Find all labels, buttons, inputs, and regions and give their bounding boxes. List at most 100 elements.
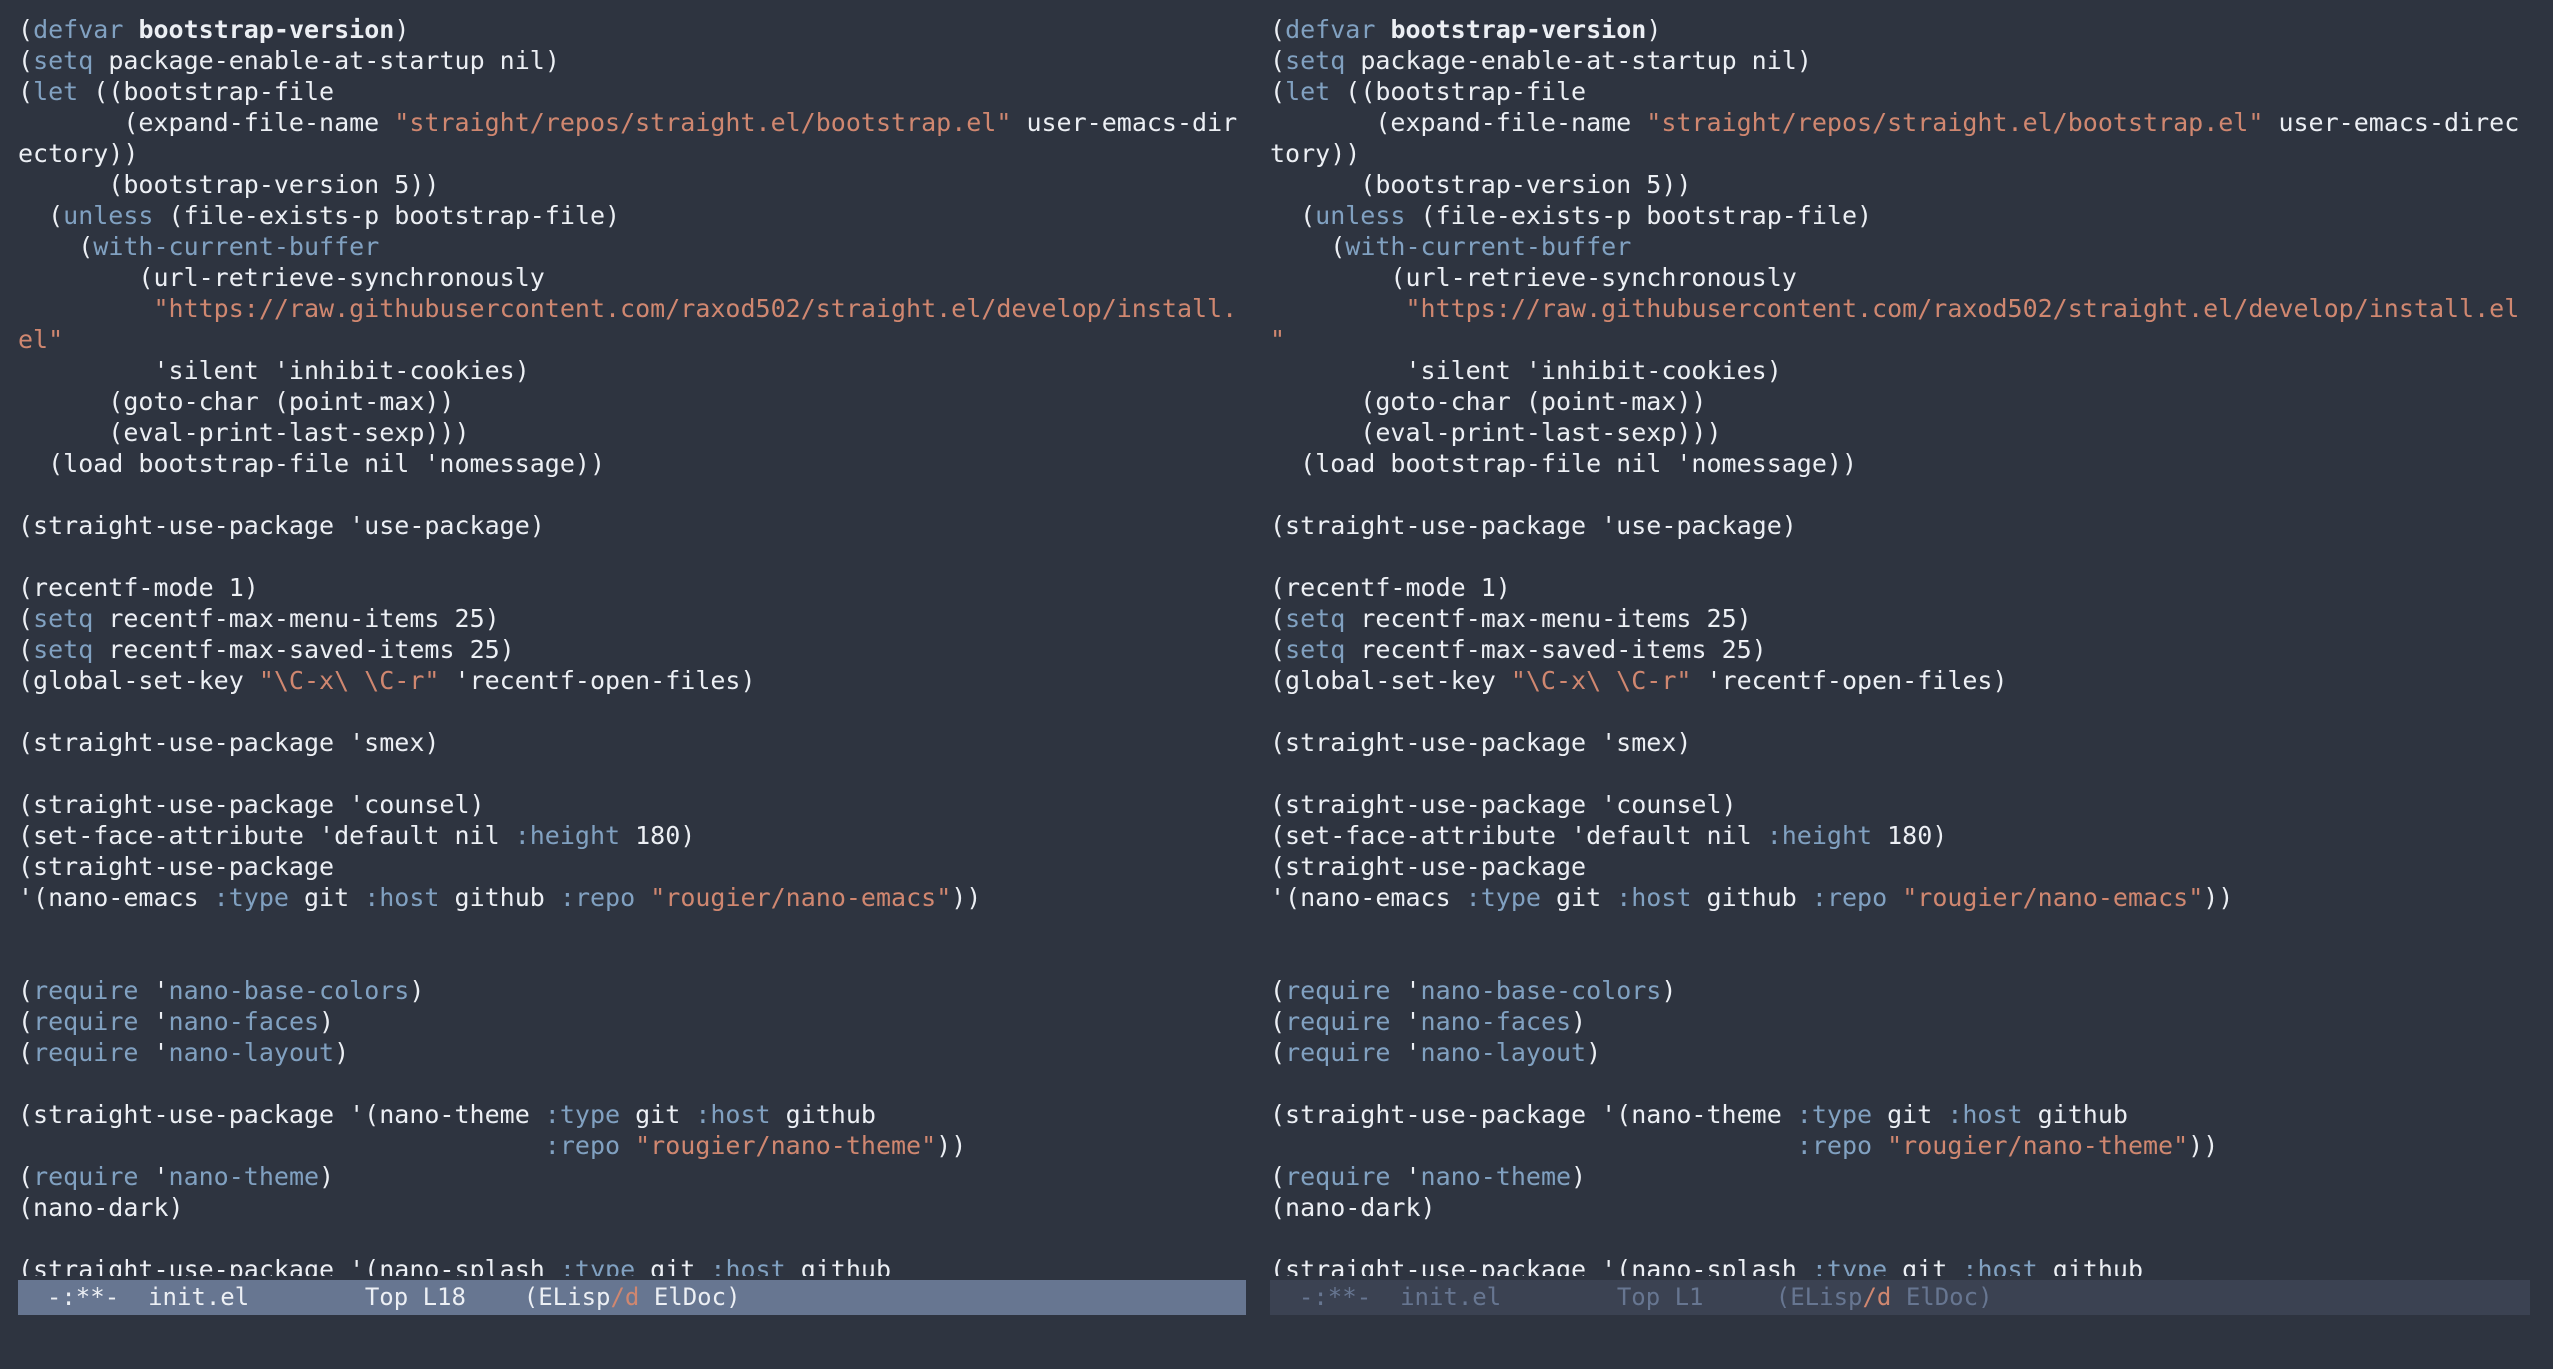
code-line: (require 'nano-theme) xyxy=(1270,1161,2530,1192)
code-text: ( xyxy=(18,604,34,633)
code-text: 180) xyxy=(620,821,696,850)
code-line: '(nano-emacs :type git :host github :rep… xyxy=(1270,882,2530,913)
code-line: (straight-use-package 'counsel) xyxy=(18,789,1246,820)
code-line: '(nano-emacs :type git :host github :rep… xyxy=(18,882,1246,913)
code-keyword: :height xyxy=(1766,821,1873,850)
modeline-state: -:**- xyxy=(1298,1283,1372,1311)
code-line: tory)) xyxy=(1270,138,2530,169)
code-keyword: :type xyxy=(1465,883,1541,912)
code-text: (recentf-mode 1) xyxy=(18,573,259,602)
code-line: (defvar bootstrap-version) xyxy=(1270,14,2530,45)
code-text: (straight-use-package 'use-package) xyxy=(1270,511,1797,540)
code-text: ( xyxy=(18,77,34,106)
code-text: git xyxy=(1887,1255,1963,1276)
code-line: (with-current-buffer xyxy=(18,231,1246,262)
code-line: 'silent 'inhibit-cookies) xyxy=(1270,355,2530,386)
modeline-mode-dir: /d xyxy=(610,1283,640,1311)
code-text: ( xyxy=(18,1038,34,1067)
code-text: ' xyxy=(138,976,169,1005)
code-text: '(nano-emacs xyxy=(1270,883,1466,912)
code-text: ) xyxy=(394,15,410,44)
code-text: ( xyxy=(18,1007,34,1036)
code-keyword: require xyxy=(1285,1162,1391,1191)
modeline-minor-mode: ElDoc) xyxy=(639,1283,741,1311)
editor-window-left[interactable]: (defvar bootstrap-version) (setq package-… xyxy=(18,0,1246,1320)
code-text: ( xyxy=(18,46,34,75)
modeline-position: Top L18 xyxy=(364,1283,466,1311)
code-keyword: setq xyxy=(1285,635,1346,664)
code-keyword: unless xyxy=(63,201,154,230)
code-text: (bootstrap-version 5)) xyxy=(18,170,440,199)
code-keyword: setq xyxy=(1285,46,1346,75)
code-line: (set-face-attribute 'default nil :height… xyxy=(18,820,1246,851)
code-string: "\C-x\ \C-r" xyxy=(1510,666,1692,695)
mode-line: -:**- init.el Top L18 (ELisp/d ElDoc) xyxy=(18,1280,1246,1315)
code-text: (bootstrap-version 5)) xyxy=(1270,170,1692,199)
code-keyword: :type xyxy=(544,1100,621,1129)
code-text: tory)) xyxy=(1270,139,1361,168)
code-buffer[interactable]: (defvar bootstrap-version) (setq package-… xyxy=(18,14,1246,1276)
modeline-state: -:**- xyxy=(46,1283,120,1311)
code-text: )) xyxy=(2188,1131,2219,1160)
code-keyword: with-current-buffer xyxy=(93,232,380,261)
code-line: (expand-file-name "straight/repos/straig… xyxy=(18,107,1246,138)
code-text: ((bootstrap-file xyxy=(78,77,335,106)
code-text: git xyxy=(288,883,365,912)
editor-window-right[interactable]: (defvar bootstrap-version) (setq package-… xyxy=(1270,0,2530,1320)
code-text: (straight-use-package xyxy=(18,852,335,881)
code-keyword: let xyxy=(1285,77,1331,106)
code-line: :repo "rougier/nano-theme")) xyxy=(1270,1130,2530,1161)
code-keyword: let xyxy=(33,77,79,106)
code-buffer[interactable]: (defvar bootstrap-version) (setq package-… xyxy=(1270,14,2530,1276)
code-text: (load bootstrap-file nil 'nomessage)) xyxy=(1270,449,1857,478)
code-text: git xyxy=(1872,1100,1948,1129)
mode-line: -:**- init.el Top L1 (ELisp/d ElDoc) xyxy=(1270,1280,2530,1315)
modeline-position: Top L1 xyxy=(1616,1283,1704,1311)
code-text: (goto-char (point-max)) xyxy=(18,387,455,416)
code-string: "\C-x\ \C-r" xyxy=(258,666,440,695)
code-keyword: :repo xyxy=(1796,1131,1873,1160)
code-text: git xyxy=(620,1100,696,1129)
code-text: (recentf-mode 1) xyxy=(1270,573,1511,602)
code-line: (unless (file-exists-p bootstrap-file) xyxy=(18,200,1246,231)
code-text: (expand-file-name xyxy=(1270,108,1647,137)
code-line: (unless (file-exists-p bootstrap-file) xyxy=(1270,200,2530,231)
code-keyword: :type xyxy=(559,1255,636,1276)
code-keyword: :host xyxy=(695,1100,771,1129)
code-text: ( xyxy=(1270,1038,1286,1067)
code-line: (setq recentf-max-menu-items 25) xyxy=(18,603,1246,634)
code-line: (require 'nano-faces) xyxy=(18,1006,1246,1037)
code-keyword: :repo xyxy=(544,1131,621,1160)
code-line: (straight-use-package xyxy=(1270,851,2530,882)
code-line: (load bootstrap-file nil 'nomessage)) xyxy=(1270,448,2530,479)
code-text: 'silent 'inhibit-cookies) xyxy=(1270,356,1782,385)
code-line: (nano-dark) xyxy=(18,1192,1246,1223)
code-text: ' xyxy=(1390,1038,1421,1067)
code-line: (with-current-buffer xyxy=(1270,231,2530,262)
code-line: (require 'nano-base-colors) xyxy=(1270,975,2530,1006)
code-line: (straight-use-package '(nano-splash :typ… xyxy=(18,1254,1246,1276)
code-text: ( xyxy=(18,15,34,44)
code-text: package-enable-at-startup nil) xyxy=(93,46,560,75)
code-text: recentf-max-saved-items 25) xyxy=(93,635,515,664)
code-keyword: require xyxy=(1285,976,1391,1005)
code-text: )) xyxy=(2203,883,2234,912)
code-text: recentf-max-menu-items 25) xyxy=(93,604,500,633)
code-text: ) xyxy=(1646,15,1662,44)
code-line: " xyxy=(1270,324,2530,355)
code-text: (straight-use-package '(nano-splash xyxy=(1270,1255,1812,1276)
code-text: (straight-use-package xyxy=(1270,852,1587,881)
code-text: )) xyxy=(951,883,982,912)
code-line: (require 'nano-base-colors) xyxy=(18,975,1246,1006)
code-text: ) xyxy=(319,1007,335,1036)
code-text: (global-set-key xyxy=(1270,666,1511,695)
code-text: )) xyxy=(936,1131,967,1160)
code-keyword: require xyxy=(33,976,139,1005)
